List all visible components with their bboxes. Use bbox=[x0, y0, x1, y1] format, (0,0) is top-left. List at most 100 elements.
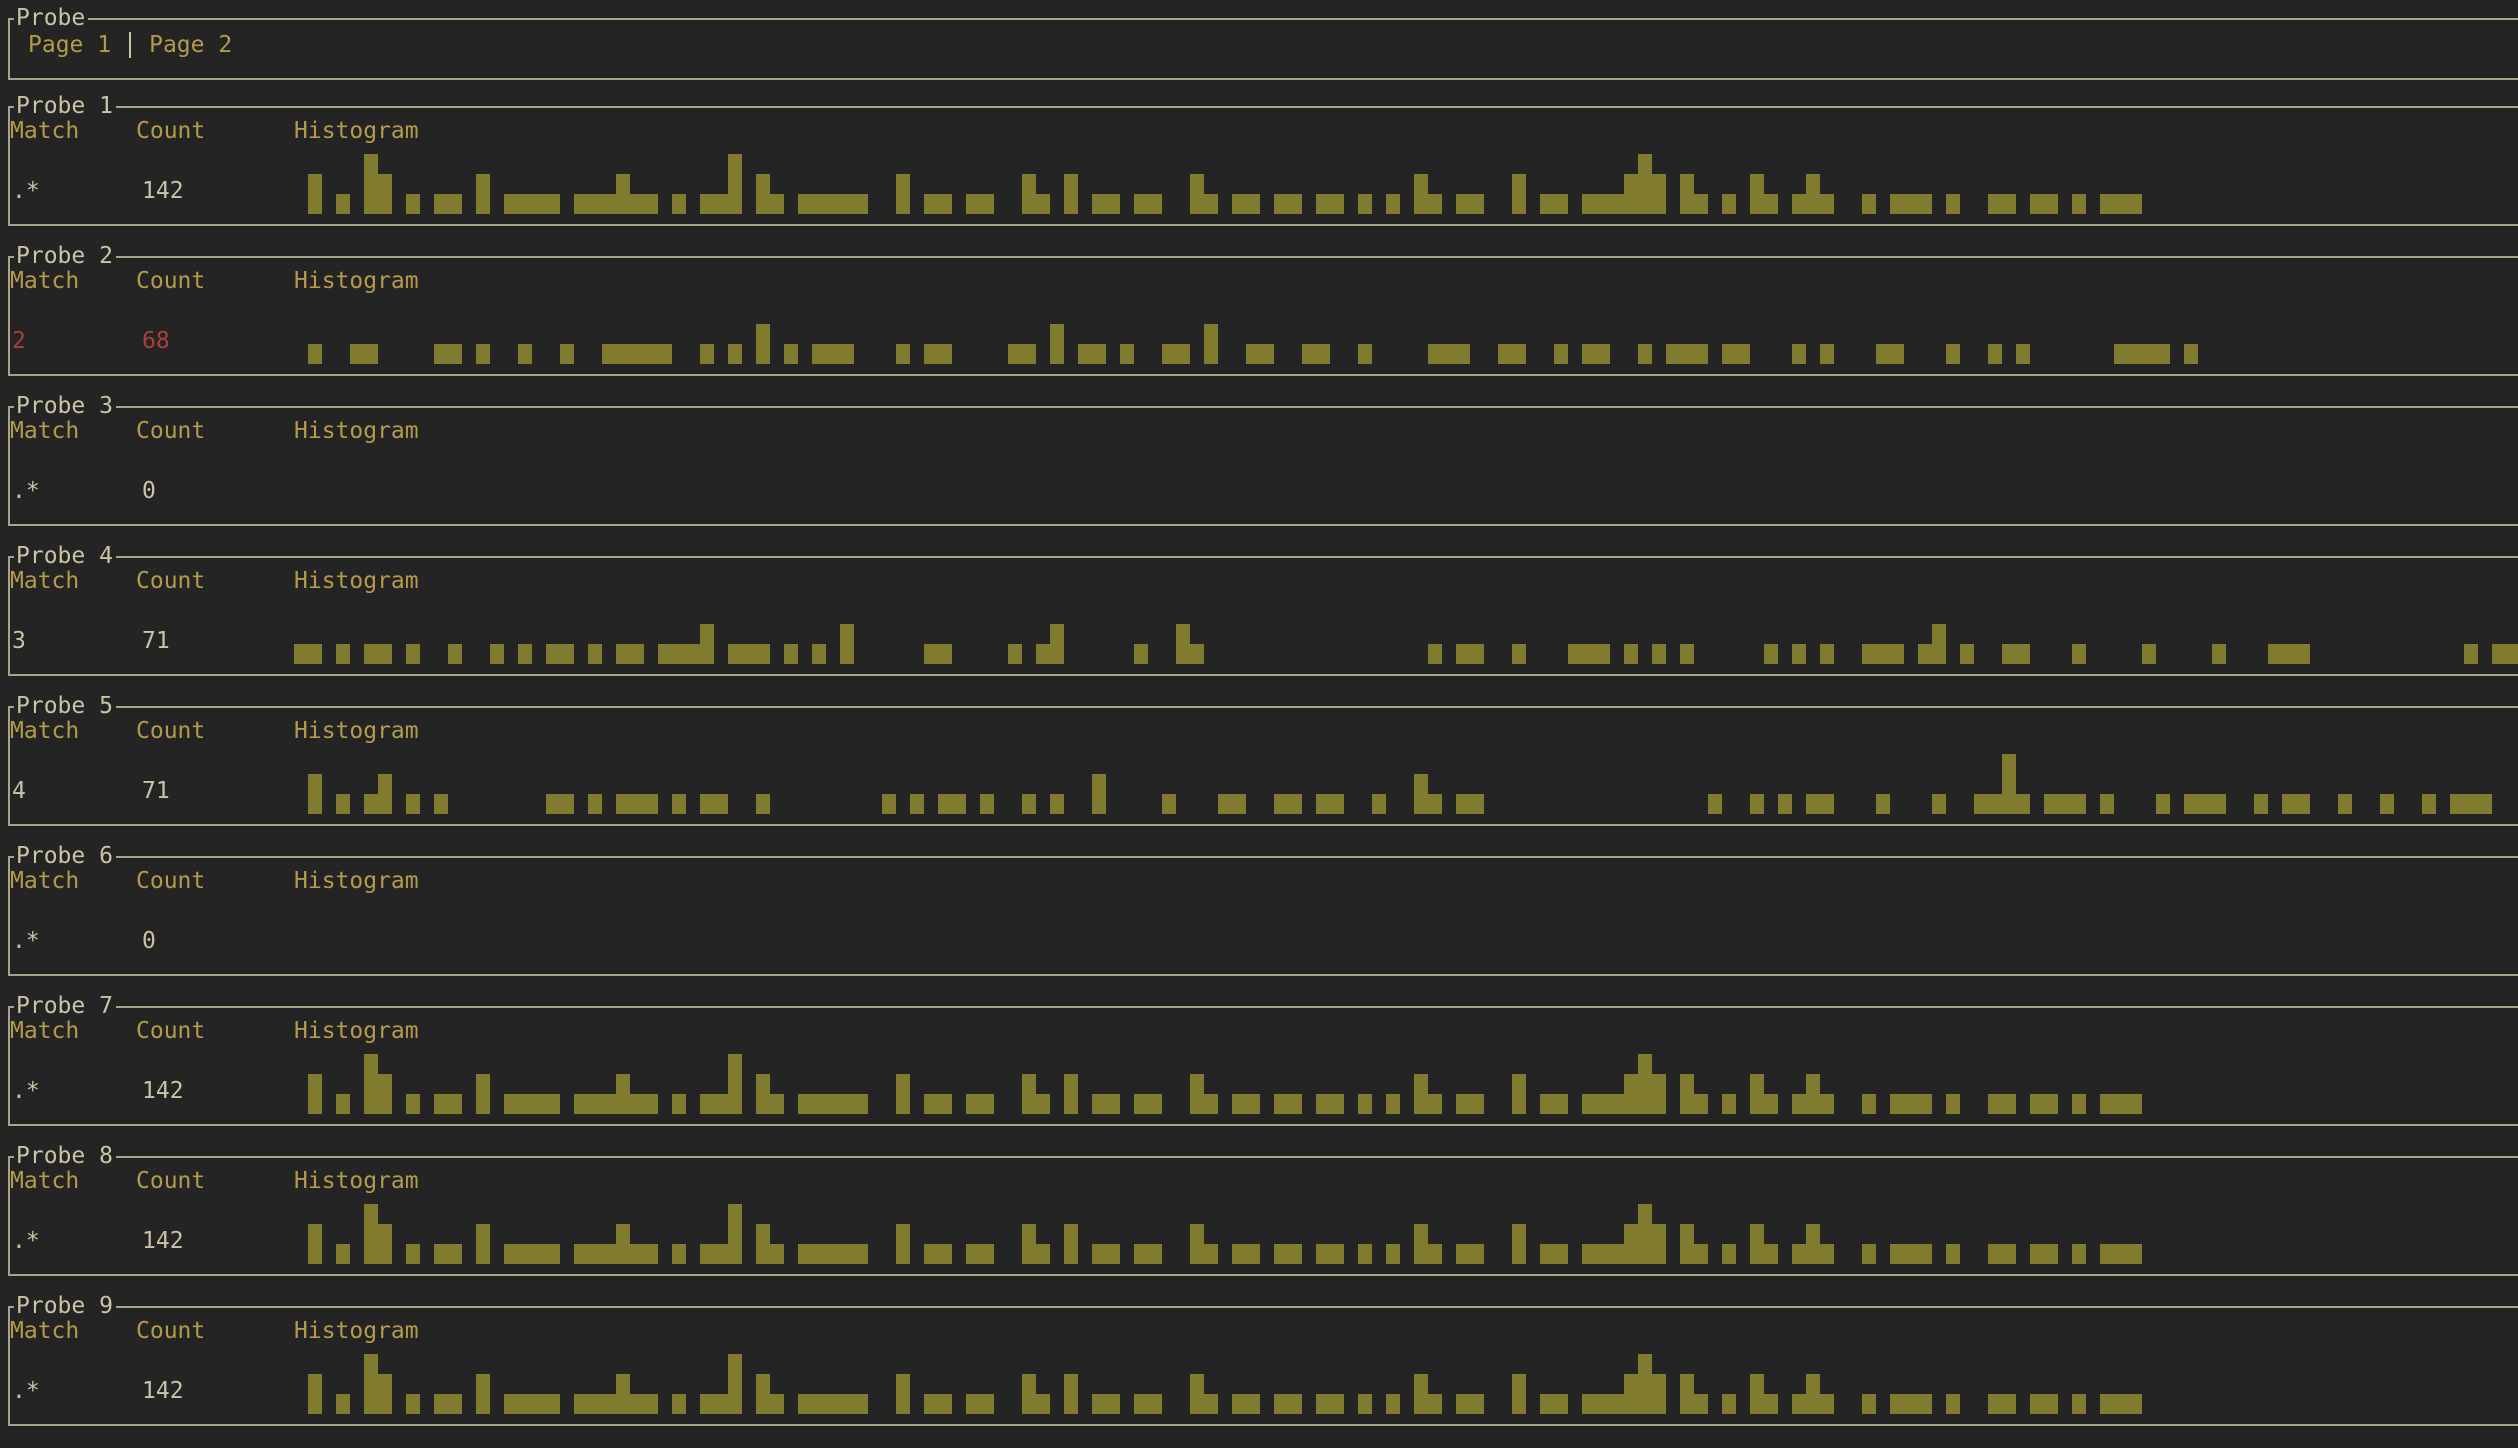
histogram-bar bbox=[1414, 1374, 1428, 1414]
histogram-bar bbox=[2030, 1094, 2044, 1114]
histogram-bar bbox=[1820, 1244, 1834, 1264]
histogram-bar bbox=[1498, 344, 1512, 364]
histogram-bar bbox=[1246, 1394, 1260, 1414]
histogram-bar bbox=[2380, 794, 2394, 814]
histogram-bar bbox=[616, 1074, 630, 1114]
histogram-bar bbox=[434, 794, 448, 814]
histogram-bar bbox=[854, 1244, 868, 1264]
histogram-bar bbox=[588, 644, 602, 664]
histogram-bar bbox=[1568, 644, 1582, 664]
histogram-bar bbox=[1204, 194, 1218, 214]
histogram-bar bbox=[938, 644, 952, 664]
histogram-bar bbox=[1078, 344, 1092, 364]
histogram-bar bbox=[1764, 644, 1778, 664]
histogram-bar bbox=[364, 644, 378, 664]
histogram-bar bbox=[714, 1244, 728, 1264]
histogram-bar bbox=[1190, 174, 1204, 214]
histogram-bar bbox=[602, 344, 616, 364]
histogram-bar bbox=[1540, 1244, 1554, 1264]
histogram-bar bbox=[504, 1094, 518, 1114]
histogram-bar bbox=[1316, 1394, 1330, 1414]
histogram-bar bbox=[1190, 1224, 1204, 1264]
histogram-bar bbox=[2100, 1094, 2114, 1114]
histogram-bar bbox=[308, 1224, 322, 1264]
histogram-bar bbox=[1988, 194, 2002, 214]
histogram-bar bbox=[658, 644, 672, 664]
column-header-count: Count bbox=[136, 568, 206, 594]
histogram-bar bbox=[1106, 1094, 1120, 1114]
histogram-bar bbox=[1722, 194, 1736, 214]
histogram-bar bbox=[700, 1244, 714, 1264]
histogram-bar bbox=[1652, 174, 1666, 214]
histogram-bar bbox=[938, 794, 952, 814]
histogram-bar bbox=[1610, 194, 1624, 214]
histogram-bar bbox=[364, 154, 378, 214]
histogram-bar bbox=[1176, 624, 1190, 664]
histogram-bar bbox=[826, 344, 840, 364]
histogram-bar bbox=[1890, 1394, 1904, 1414]
histogram-bar bbox=[1792, 344, 1806, 364]
histogram-bar bbox=[2044, 1394, 2058, 1414]
histogram-bar bbox=[2030, 1244, 2044, 1264]
column-header-match: Match bbox=[10, 418, 80, 444]
histogram bbox=[294, 744, 2518, 814]
histogram-bar bbox=[602, 1094, 616, 1114]
histogram-bar bbox=[434, 194, 448, 214]
histogram-bar bbox=[2156, 794, 2170, 814]
histogram-bar bbox=[938, 344, 952, 364]
match-value: .* bbox=[12, 1228, 40, 1254]
histogram-bar bbox=[1106, 194, 1120, 214]
histogram-bar bbox=[966, 1244, 980, 1264]
histogram-bar bbox=[630, 644, 644, 664]
histogram-bar bbox=[1358, 1094, 1372, 1114]
histogram-bar bbox=[980, 794, 994, 814]
histogram-bar bbox=[1582, 194, 1596, 214]
histogram-bar bbox=[1022, 1224, 1036, 1264]
histogram bbox=[294, 1194, 2518, 1264]
histogram-bar bbox=[1232, 1244, 1246, 1264]
histogram-bar bbox=[1092, 344, 1106, 364]
histogram-bar bbox=[378, 1074, 392, 1114]
histogram-bar bbox=[1050, 324, 1064, 364]
histogram-bar bbox=[1442, 344, 1456, 364]
histogram-bar bbox=[2114, 1394, 2128, 1414]
histogram-bar bbox=[602, 1394, 616, 1414]
histogram-bar bbox=[672, 794, 686, 814]
histogram-bar bbox=[448, 1094, 462, 1114]
histogram-bar bbox=[476, 344, 490, 364]
histogram-bar bbox=[1288, 794, 1302, 814]
histogram-bar bbox=[798, 1094, 812, 1114]
count-value: 142 bbox=[142, 1378, 184, 1404]
histogram-bar bbox=[1946, 1394, 1960, 1414]
histogram-bar bbox=[938, 1094, 952, 1114]
histogram-bar bbox=[532, 1244, 546, 1264]
histogram-bar bbox=[1022, 1374, 1036, 1414]
histogram-bar bbox=[1092, 774, 1106, 814]
histogram-bar bbox=[1302, 344, 1316, 364]
column-header-count: Count bbox=[136, 718, 206, 744]
histogram-bar bbox=[560, 644, 574, 664]
histogram-bar bbox=[1428, 1094, 1442, 1114]
histogram-bar bbox=[854, 1094, 868, 1114]
histogram-bar bbox=[1694, 344, 1708, 364]
histogram-bar bbox=[1428, 194, 1442, 214]
histogram-bar bbox=[2072, 1394, 2086, 1414]
histogram-bar bbox=[1680, 1074, 1694, 1114]
histogram-bar bbox=[2002, 194, 2016, 214]
histogram-chart bbox=[308, 754, 2492, 814]
histogram-bar bbox=[1316, 1094, 1330, 1114]
histogram-bar bbox=[798, 1394, 812, 1414]
histogram-bar bbox=[2114, 1244, 2128, 1264]
histogram-bar bbox=[1092, 1244, 1106, 1264]
column-header-match: Match bbox=[10, 568, 80, 594]
histogram-bar bbox=[2016, 344, 2030, 364]
histogram-bar bbox=[896, 1074, 910, 1114]
tab-page-1[interactable]: Page 1 bbox=[28, 32, 111, 58]
histogram-bar bbox=[406, 644, 420, 664]
histogram-bar bbox=[434, 1094, 448, 1114]
histogram-bar bbox=[1554, 1394, 1568, 1414]
histogram-bar bbox=[728, 644, 742, 664]
histogram-bar bbox=[1512, 1374, 1526, 1414]
histogram-bar bbox=[1246, 1244, 1260, 1264]
tab-page-2[interactable]: Page 2 bbox=[149, 32, 232, 58]
